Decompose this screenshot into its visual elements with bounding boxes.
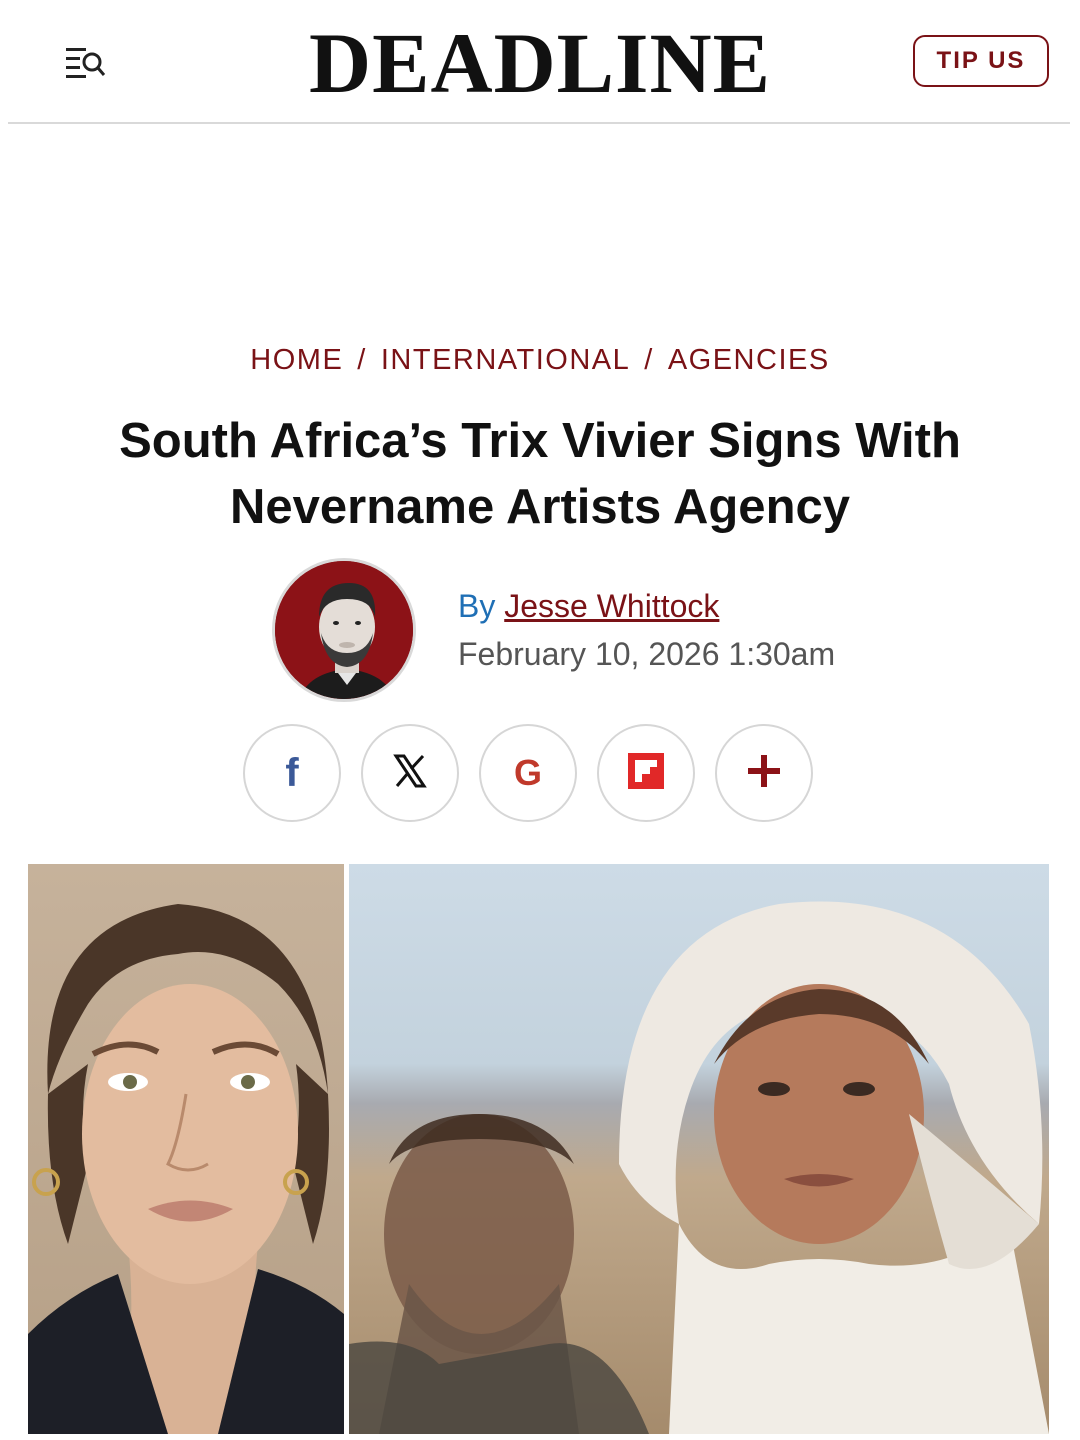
share-flipboard-button[interactable] — [597, 724, 695, 822]
author-avatar[interactable] — [272, 558, 416, 702]
publish-date: February 10, 2026 1:30am — [458, 636, 836, 672]
breadcrumb-home[interactable]: HOME — [250, 344, 343, 376]
breadcrumb-international[interactable]: INTERNATIONAL — [381, 344, 630, 376]
google-icon: G — [513, 752, 542, 793]
tip-us-button[interactable]: TIP US — [913, 35, 1049, 87]
article-title-line2: Nevername Artists Agency — [229, 480, 850, 534]
share-x-button[interactable] — [361, 724, 459, 822]
flipboard-icon — [628, 752, 664, 794]
facebook-icon: f — [285, 750, 299, 795]
share-facebook-button[interactable]: f — [243, 724, 341, 822]
film-still-image — [349, 864, 1049, 1434]
article-title-line1: South Africa’s Trix Vivier Signs With — [119, 414, 961, 468]
breadcrumb-separator: / — [357, 344, 367, 376]
breadcrumb-agencies[interactable]: AGENCIES — [668, 344, 830, 376]
article-title: South Africa’s Trix Vivier Signs With Ne… — [60, 408, 1020, 540]
breadcrumb: HOME / INTERNATIONAL / AGENCIES — [0, 344, 1080, 377]
breadcrumb-separator: / — [644, 344, 654, 376]
headshot-image — [28, 864, 344, 1434]
plus-icon — [746, 753, 782, 794]
byline: By Jesse Whittock — [458, 586, 719, 626]
share-google-button[interactable]: G — [479, 724, 577, 822]
author-link[interactable]: Jesse Whittock — [504, 588, 719, 624]
menu-search-icon[interactable] — [62, 42, 110, 82]
header-divider — [8, 122, 1070, 124]
x-icon — [392, 753, 428, 794]
site-logo[interactable]: DEADLINE — [240, 20, 840, 106]
site-header: DEADLINE TIP US — [0, 0, 1080, 124]
byline-prefix: By — [458, 588, 496, 624]
share-more-button[interactable] — [715, 724, 813, 822]
